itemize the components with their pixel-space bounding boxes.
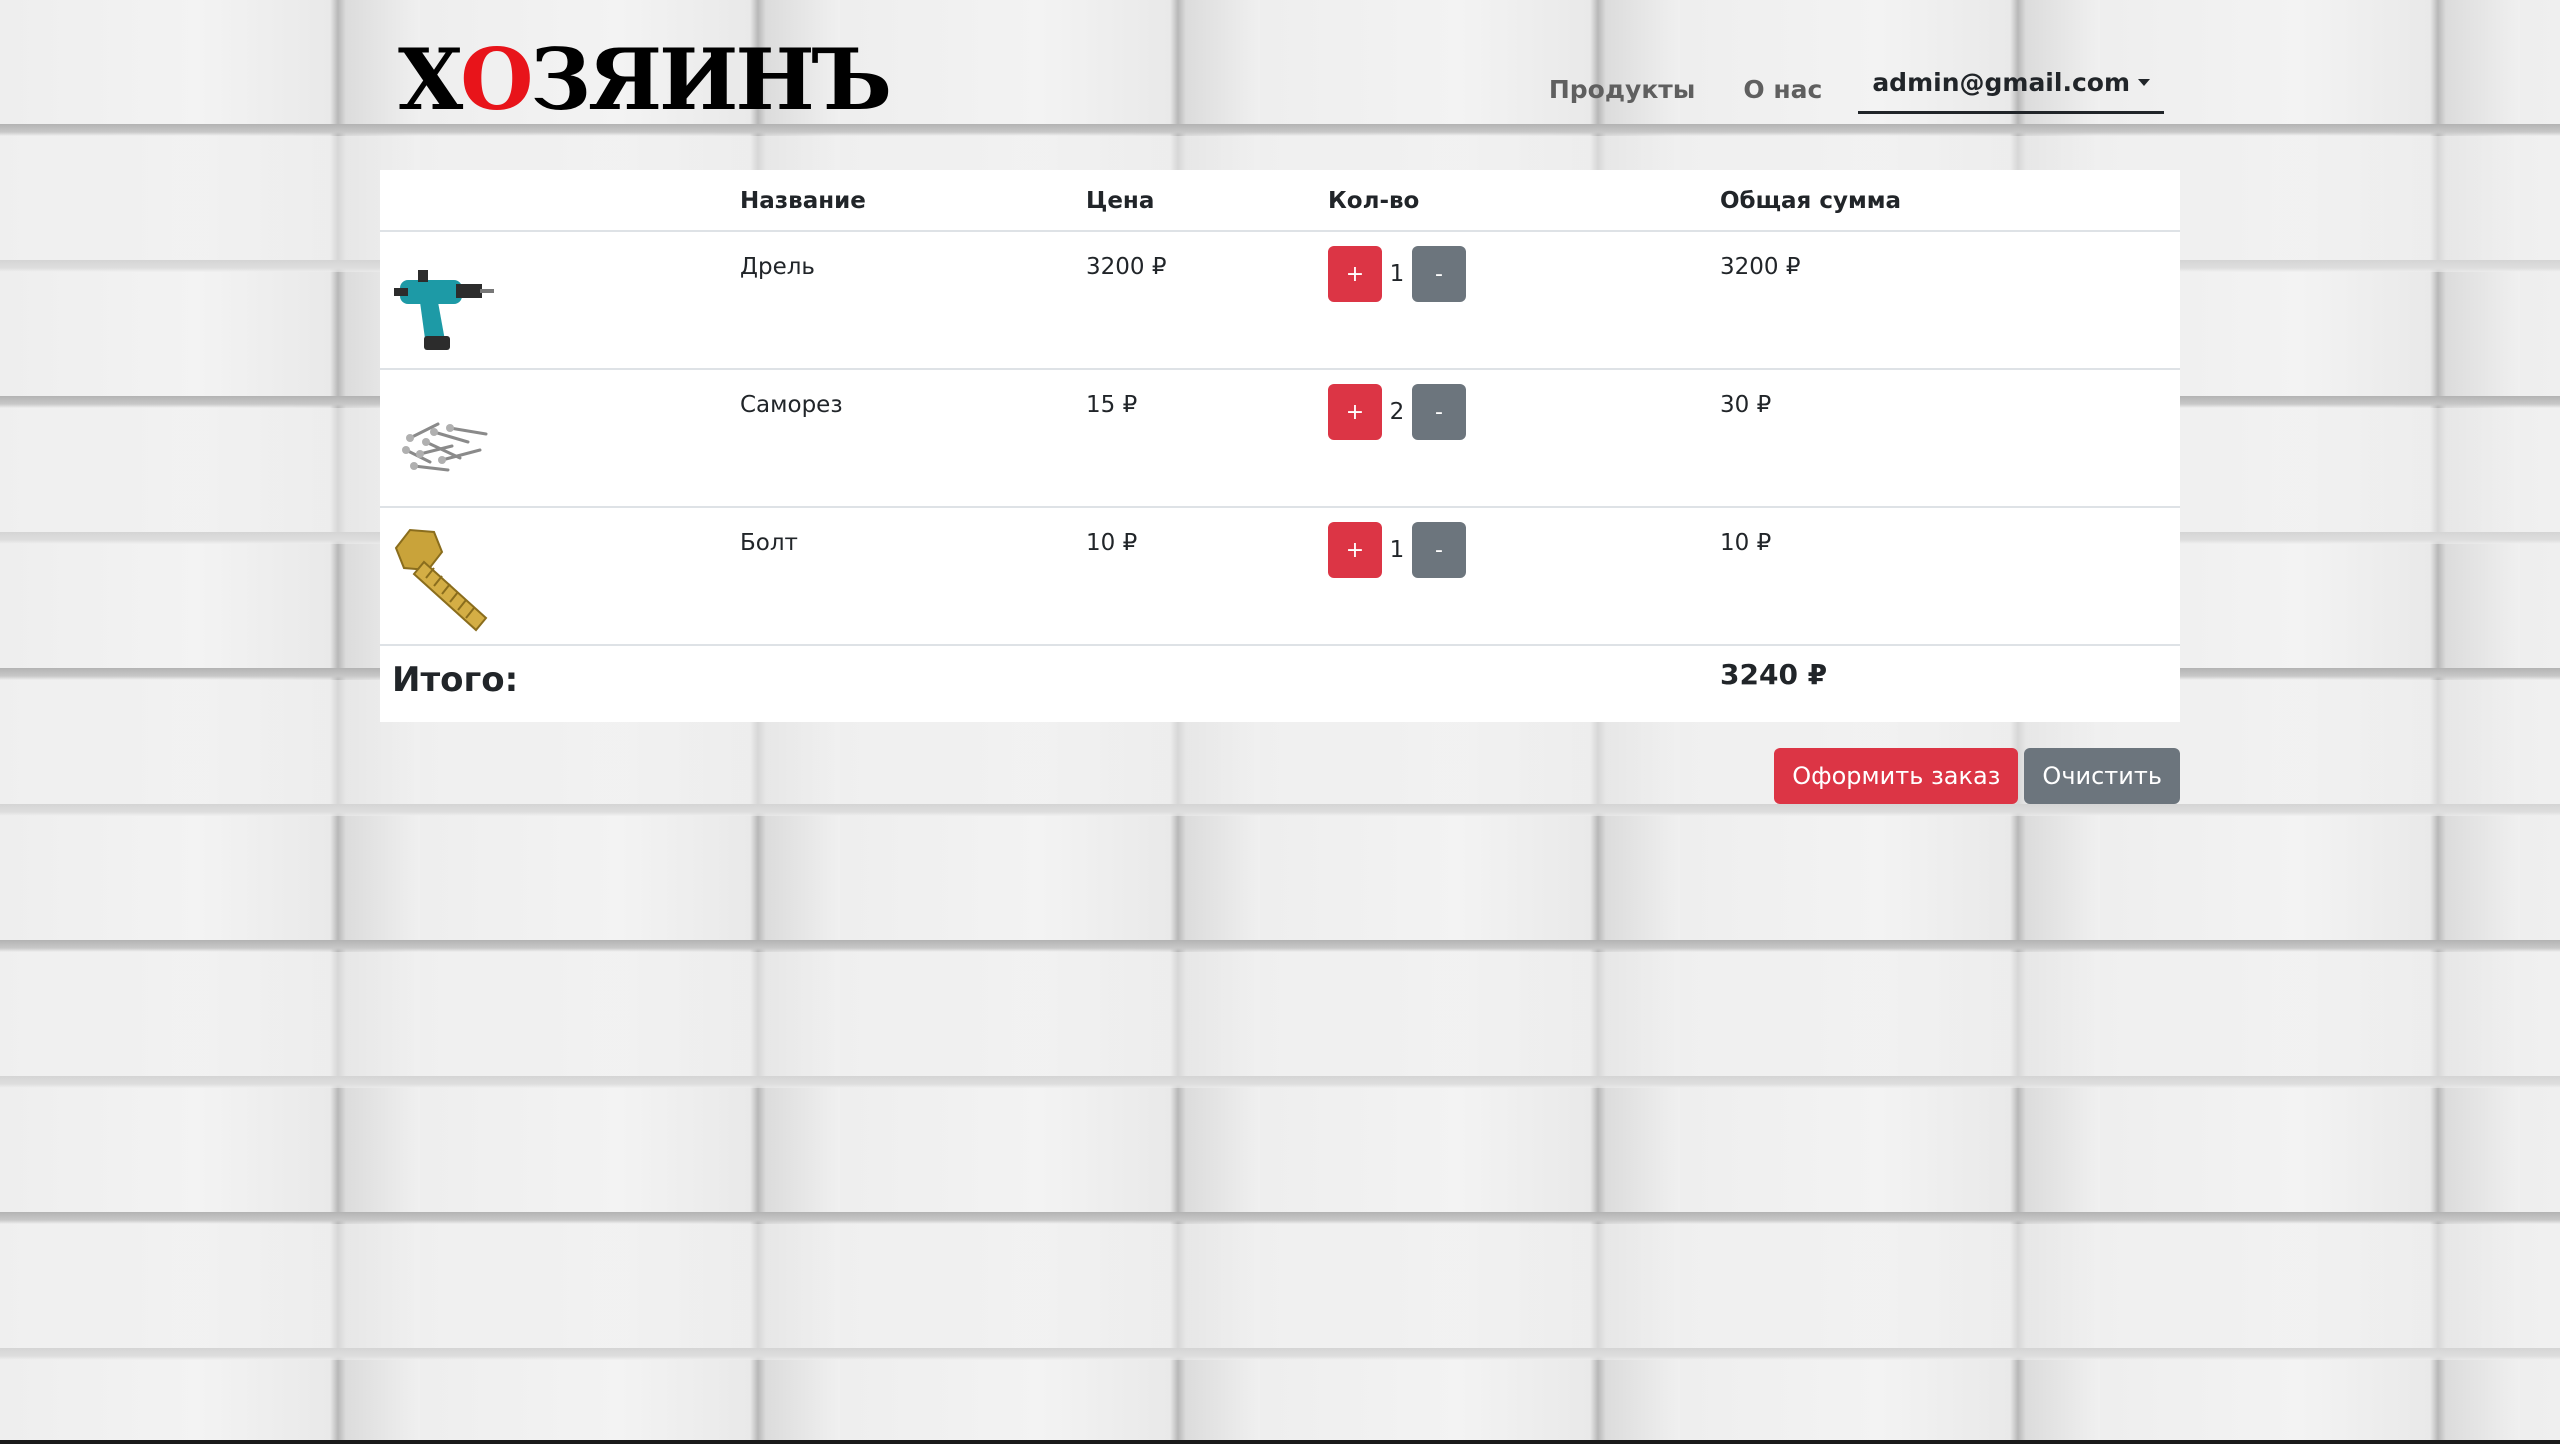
item-name: Саморез xyxy=(740,392,843,418)
cart-table: Название Цена Кол-во Общая сумма Дрель 3… xyxy=(380,170,2180,722)
quantity-stepper: + 1 - xyxy=(1328,246,1466,302)
item-sum: 30 ₽ xyxy=(1720,392,1772,418)
clear-cart-button[interactable]: Очистить xyxy=(2024,748,2180,804)
decrease-qty-button[interactable]: - xyxy=(1412,246,1466,302)
bolt-image xyxy=(394,528,488,632)
site-logo[interactable]: ХОЗЯИНЪ xyxy=(398,38,892,122)
table-row: Дрель 3200 ₽ + 1 - 3200 ₽ xyxy=(380,232,2180,370)
table-row: Болт 10 ₽ + 1 - 10 ₽ xyxy=(380,508,2180,646)
user-menu-dropdown[interactable]: admin@gmail.com xyxy=(1858,64,2164,114)
screws-image xyxy=(402,422,488,472)
total-label: Итого: xyxy=(392,660,519,700)
bottom-edge xyxy=(0,1440,2560,1444)
increase-qty-button[interactable]: + xyxy=(1328,246,1382,302)
item-qty: 1 xyxy=(1389,537,1405,563)
cart-actions: Оформить заказ Очистить xyxy=(1774,748,2180,804)
total-row: Итого: 3240 ₽ xyxy=(380,644,2180,722)
user-email: admin@gmail.com xyxy=(1872,68,2130,97)
item-sum: 10 ₽ xyxy=(1720,530,1772,556)
item-price: 10 ₽ xyxy=(1086,530,1138,556)
chevron-down-icon xyxy=(2138,79,2150,86)
decrease-qty-button[interactable]: - xyxy=(1412,522,1466,578)
drill-image xyxy=(394,270,494,350)
logo-letter-accent: О xyxy=(460,30,533,129)
increase-qty-button[interactable]: + xyxy=(1328,384,1382,440)
item-qty: 1 xyxy=(1389,261,1405,287)
item-name: Дрель xyxy=(740,254,815,280)
quantity-stepper: + 1 - xyxy=(1328,522,1466,578)
increase-qty-button[interactable]: + xyxy=(1328,522,1382,578)
quantity-stepper: + 2 - xyxy=(1328,384,1466,440)
header-sum: Общая сумма xyxy=(1720,188,1902,214)
main-nav: Продукты О нас admin@gmail.com xyxy=(1501,64,2164,114)
nav-about-link[interactable]: О нас xyxy=(1743,75,1822,104)
item-name: Болт xyxy=(740,530,798,556)
total-sum: 3240 ₽ xyxy=(1720,658,1828,691)
item-price: 15 ₽ xyxy=(1086,392,1138,418)
item-sum: 3200 ₽ xyxy=(1720,254,1801,280)
item-price: 3200 ₽ xyxy=(1086,254,1167,280)
header-name: Название xyxy=(740,188,866,214)
logo-letter-1: Х xyxy=(398,30,463,129)
place-order-button[interactable]: Оформить заказ xyxy=(1774,748,2019,804)
header-price: Цена xyxy=(1086,188,1155,214)
table-row: Саморез 15 ₽ + 2 - 30 ₽ xyxy=(380,370,2180,508)
item-qty: 2 xyxy=(1389,399,1405,425)
nav-products-link[interactable]: Продукты xyxy=(1549,75,1696,104)
logo-letters-rest: ЗЯИНЪ xyxy=(530,30,892,129)
header-qty: Кол-во xyxy=(1328,188,1420,214)
decrease-qty-button[interactable]: - xyxy=(1412,384,1466,440)
table-header: Название Цена Кол-во Общая сумма xyxy=(380,170,2180,232)
